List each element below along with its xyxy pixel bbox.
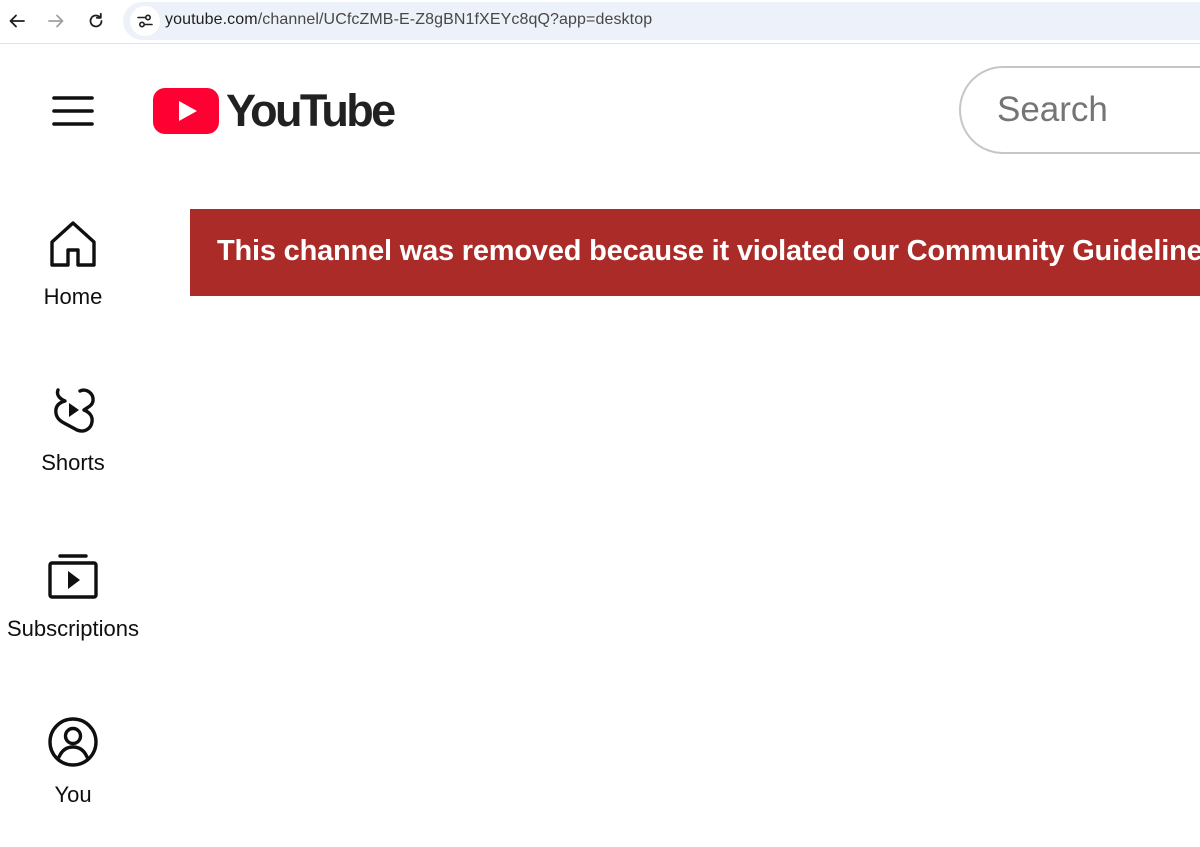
youtube-wordmark: YouTube <box>226 85 396 136</box>
home-icon <box>50 221 96 267</box>
reload-button[interactable] <box>81 6 111 36</box>
back-arrow-icon <box>9 14 25 28</box>
url-text[interactable]: youtube.com/channel/UCfcZMB-E-Z8gBN1fXEY… <box>165 11 652 29</box>
account-circle-icon <box>48 717 98 767</box>
sidebar-item-label: Shorts <box>41 450 105 475</box>
youtube-play-logo-icon <box>153 88 219 134</box>
sidebar-item-shorts[interactable]: Shorts <box>0 382 146 512</box>
forward-arrow-icon <box>48 14 64 28</box>
sidebar-item-label: You <box>54 782 92 807</box>
sidebar-item-label: Subscriptions <box>6 616 140 641</box>
search-input[interactable] <box>997 88 1200 132</box>
shorts-icon <box>54 388 95 433</box>
subscriptions-icon <box>48 554 98 599</box>
url-path: /channel/UCfcZMB-E-Z8gBN1fXEYc8qQ?app=de… <box>257 11 653 28</box>
browser-toolbar: youtube.com/channel/UCfcZMB-E-Z8gBN1fXEY… <box>0 0 1200 44</box>
hamburger-menu-icon <box>52 96 94 126</box>
guide-menu-button[interactable] <box>48 86 98 136</box>
search-box[interactable] <box>959 66 1200 154</box>
address-bar[interactable]: youtube.com/channel/UCfcZMB-E-Z8gBN1fXEY… <box>123 2 1200 40</box>
sidebar-item-subscriptions[interactable]: Subscriptions <box>0 548 146 678</box>
channel-removed-banner: This channel was removed because it viol… <box>190 209 1200 296</box>
youtube-logo[interactable]: YouTube <box>153 85 396 136</box>
banner-message: This channel was removed because it viol… <box>217 235 1200 267</box>
forward-button[interactable] <box>41 6 71 36</box>
site-info-button[interactable] <box>130 6 160 36</box>
url-host: youtube.com <box>165 11 258 28</box>
reload-icon <box>89 12 103 28</box>
sidebar-item-you[interactable]: You <box>0 714 146 844</box>
sidebar-item-label: Home <box>43 284 103 309</box>
site-settings-icon <box>137 14 153 28</box>
back-button[interactable] <box>2 6 32 36</box>
sidebar-item-home[interactable]: Home <box>0 216 146 346</box>
